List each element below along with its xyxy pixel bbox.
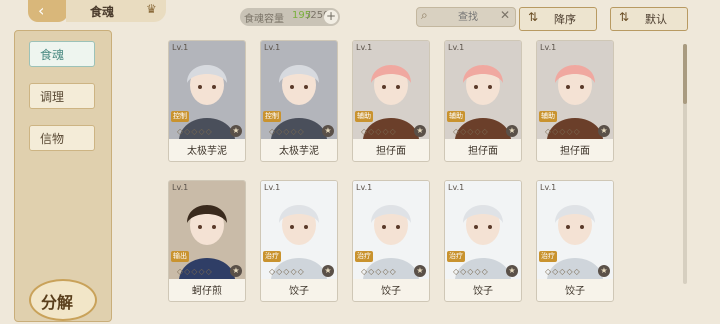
medal-icon: ★ [506,265,518,277]
capacity-display: 食魂容量 195 /250 + [240,8,340,26]
sidebar-item-recipe[interactable]: 调理 [29,83,95,109]
card-level: Lv.1 [540,43,557,52]
card-level: Lv.1 [356,43,373,52]
card-level: Lv.1 [172,43,189,52]
grid-scrollbar[interactable] [683,44,687,284]
crown-ornament-icon: ♛ [146,2,157,16]
food-soul-card[interactable]: Lv.1 输出 ◇◇◇◇◇ ★ 蚵仔煎 [168,180,246,302]
food-soul-card[interactable]: Lv.1 治疗 ◇◇◇◇◇ ★ 饺子 [536,180,614,302]
card-role-badge: 治疗 [447,251,465,262]
card-name: 担仔面 [560,146,590,157]
sort-default-label: 默认 [645,13,667,26]
card-name: 饺子 [473,286,493,297]
card-level: Lv.1 [172,183,189,192]
medal-icon: ★ [598,265,610,277]
top-bar: ‹ 食魂 ♛ 食魂容量 195 /250 + ⌕ ✕ ⇅ 降序 ⇅ 默认 [0,0,720,32]
back-arrow-icon: ‹ [38,1,45,20]
decompose-button[interactable]: 分解 [29,279,97,321]
food-soul-card[interactable]: Lv.1 治疗 ◇◇◇◇◇ ★ 饺子 [352,180,430,302]
food-soul-card[interactable]: Lv.1 治疗 ◇◇◇◇◇ ★ 饺子 [444,180,522,302]
star-slots-icon: ◇◇◇◇◇ [269,127,305,136]
food-soul-grid: Lv.1 控制 ◇◇◇◇◇ ★ 太极芋泥 Lv.1 控制 ◇◇◇◇◇ ★ 太极芋泥 Lv.1 辅助 ◇◇… [168,40,688,320]
card-level: Lv.1 [356,183,373,192]
card-name: 饺子 [381,286,401,297]
card-role-badge: 治疗 [539,251,557,262]
search-box: ⌕ ✕ [416,7,516,27]
sidebar: 食魂 调理 信物 分解 [14,30,112,322]
card-name: 担仔面 [468,146,498,157]
title-tab: 食魂 ♛ [66,0,166,22]
card-role-badge: 输出 [171,251,189,262]
star-slots-icon: ◇◇◇◇◇ [177,127,213,136]
card-name: 饺子 [565,286,585,297]
sidebar-item-token[interactable]: 信物 [29,125,95,151]
food-soul-card[interactable]: Lv.1 辅助 ◇◇◇◇◇ ★ 担仔面 [536,40,614,162]
food-soul-card[interactable]: Lv.1 辅助 ◇◇◇◇◇ ★ 担仔面 [444,40,522,162]
medal-icon: ★ [230,265,242,277]
medal-icon: ★ [322,265,334,277]
medal-icon: ★ [598,125,610,137]
scrollbar-thumb[interactable] [683,44,687,104]
back-button[interactable]: ‹ [28,0,68,22]
sidebar-item-label: 调理 [40,90,65,104]
card-role-badge: 控制 [171,111,189,122]
star-slots-icon: ◇◇◇◇◇ [269,267,305,276]
sort-order-icon: ⇅ [528,10,539,24]
card-name: 饺子 [289,286,309,297]
sort-order-label: 降序 [554,13,576,26]
decompose-label: 分解 [41,293,74,312]
medal-icon: ★ [322,125,334,137]
sidebar-item-food-soul[interactable]: 食魂 [29,41,95,67]
card-level: Lv.1 [448,43,465,52]
card-role-badge: 控制 [263,111,281,122]
card-role-badge: 辅助 [355,111,373,122]
page-title: 食魂 [90,5,115,19]
star-slots-icon: ◇◇◇◇◇ [361,127,397,136]
card-role-badge: 辅助 [447,111,465,122]
capacity-label: 食魂容量 [244,14,284,25]
sort-default-button[interactable]: ⇅ 默认 [610,7,688,31]
star-slots-icon: ◇◇◇◇◇ [453,267,489,276]
card-role-badge: 治疗 [355,251,373,262]
food-soul-card[interactable]: Lv.1 控制 ◇◇◇◇◇ ★ 太极芋泥 [168,40,246,162]
card-level: Lv.1 [264,43,281,52]
clear-search-icon[interactable]: ✕ [500,8,510,22]
card-level: Lv.1 [264,183,281,192]
card-level: Lv.1 [540,183,557,192]
sidebar-item-label: 信物 [40,132,65,146]
card-name: 太极芋泥 [279,146,319,157]
card-name: 担仔面 [376,146,406,157]
sidebar-item-label: 食魂 [40,48,65,62]
sort-order-button[interactable]: ⇅ 降序 [519,7,597,31]
star-slots-icon: ◇◇◇◇◇ [361,267,397,276]
medal-icon: ★ [414,125,426,137]
food-soul-card[interactable]: Lv.1 治疗 ◇◇◇◇◇ ★ 饺子 [260,180,338,302]
search-input[interactable] [437,9,499,25]
star-slots-icon: ◇◇◇◇◇ [545,127,581,136]
search-icon: ⌕ [421,8,428,22]
sort-default-icon: ⇅ [619,10,630,24]
card-role-badge: 治疗 [263,251,281,262]
star-slots-icon: ◇◇◇◇◇ [177,267,213,276]
card-name: 太极芋泥 [187,146,227,157]
medal-icon: ★ [414,265,426,277]
card-name: 蚵仔煎 [192,286,222,297]
card-role-badge: 辅助 [539,111,557,122]
capacity-expand-button[interactable]: + [324,10,338,24]
star-slots-icon: ◇◇◇◇◇ [545,267,581,276]
medal-icon: ★ [230,125,242,137]
food-soul-card[interactable]: Lv.1 辅助 ◇◇◇◇◇ ★ 担仔面 [352,40,430,162]
card-level: Lv.1 [448,183,465,192]
star-slots-icon: ◇◇◇◇◇ [453,127,489,136]
medal-icon: ★ [506,125,518,137]
food-soul-card[interactable]: Lv.1 控制 ◇◇◇◇◇ ★ 太极芋泥 [260,40,338,162]
